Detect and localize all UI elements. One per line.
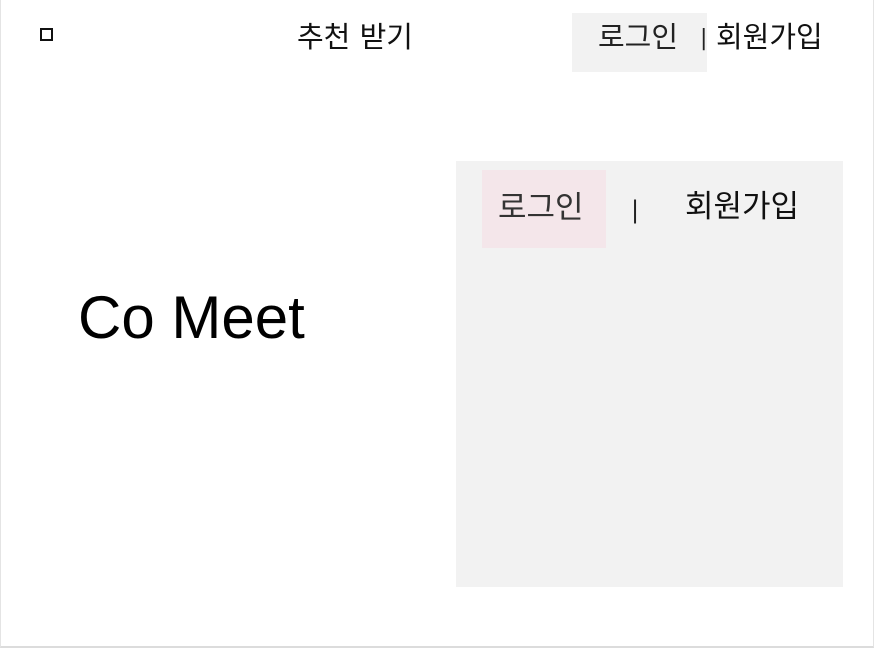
nav-signup-link[interactable]: 회원가입 [716,18,823,56]
square-icon[interactable] [40,28,53,41]
tab-signup[interactable]: 회원가입 [685,187,799,227]
top-nav: 추천 받기 | 로그인 | 회원가입 [0,0,874,80]
tab-login[interactable]: 로그인 [482,170,606,248]
nav-login-button[interactable]: 로그인 [572,13,707,72]
nav-separator: | [700,26,708,51]
nav-login-label: 로그인 [598,20,679,54]
brand-title: Co Meet [78,284,305,351]
tab-separator: | [631,196,640,224]
auth-panel: 로그인 | 회원가입 [456,161,843,587]
tab-login-label: 로그인 [498,190,584,226]
nav-recommend-link[interactable]: 추천 받기 [297,18,413,56]
